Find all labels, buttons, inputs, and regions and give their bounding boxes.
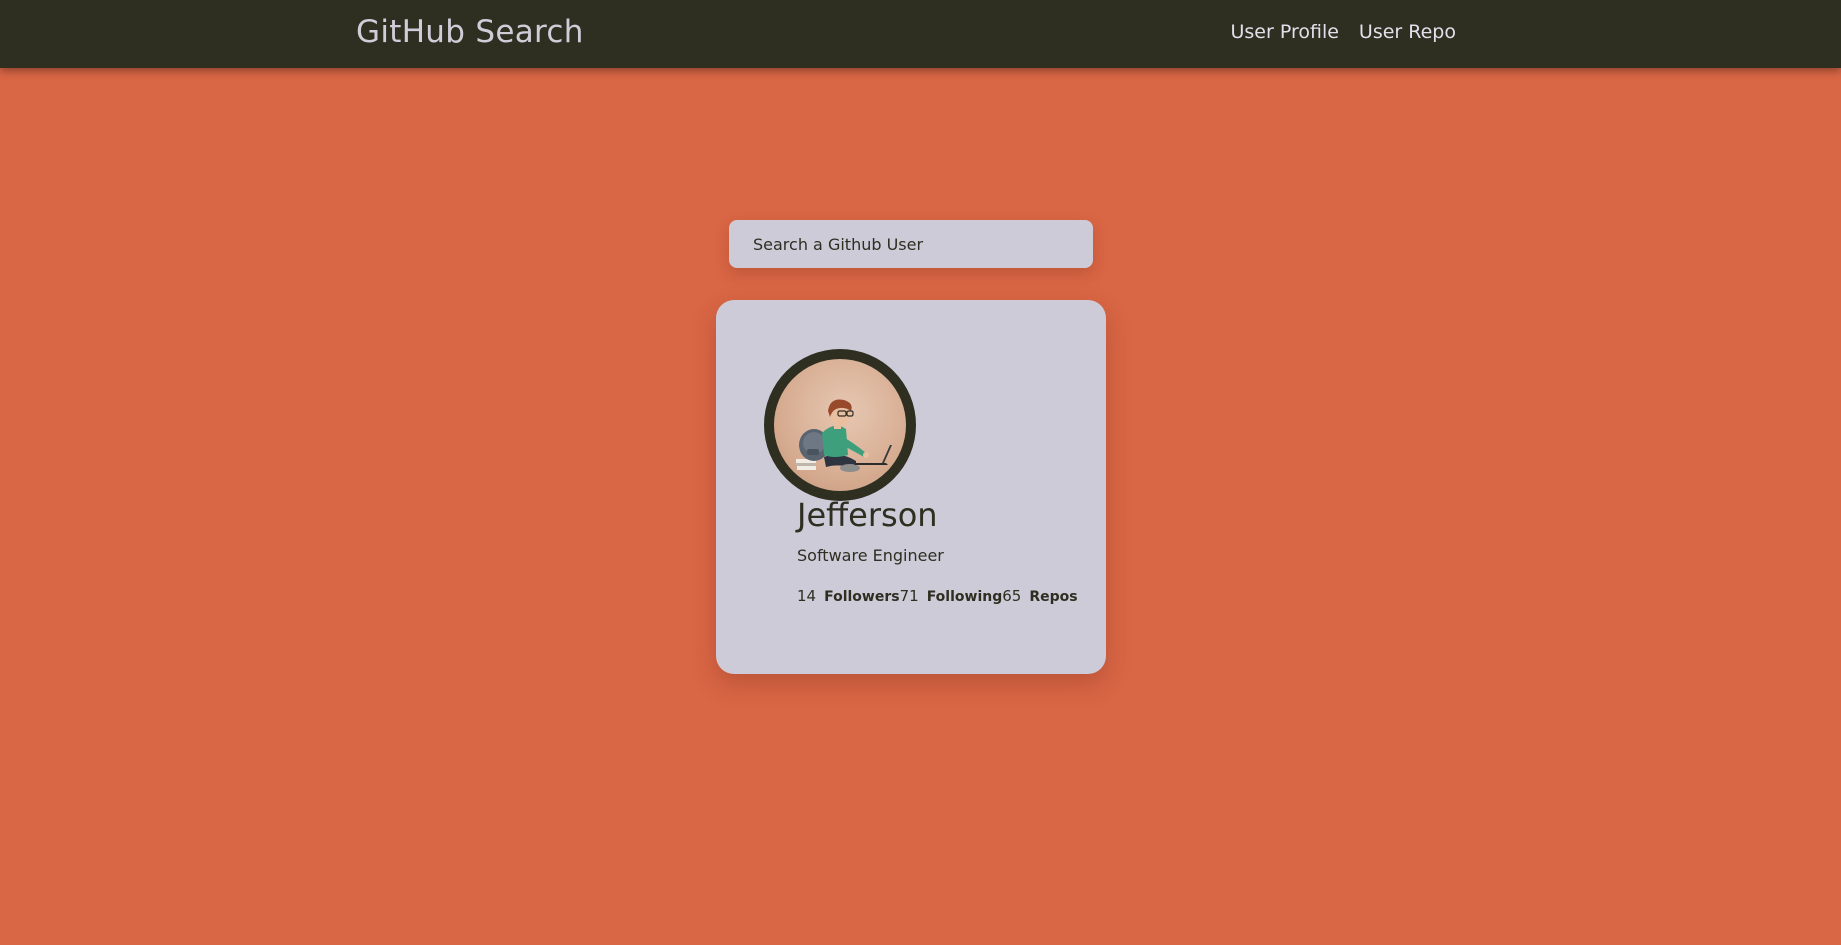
repos-label[interactable]: Repos xyxy=(1029,589,1077,605)
brand-title[interactable]: GitHub Search xyxy=(356,14,584,50)
profile-name: Jefferson xyxy=(797,496,938,534)
avatar[interactable] xyxy=(764,349,916,501)
search-box xyxy=(729,220,1093,268)
profile-bio: Software Engineer xyxy=(797,546,944,565)
followers-label[interactable]: Followers xyxy=(824,589,900,605)
repos-count: 65 xyxy=(1002,587,1022,605)
search-input[interactable] xyxy=(729,220,1093,268)
nav-user-repo-link[interactable]: User Repo xyxy=(1359,21,1456,43)
developer-illustration-avatar-icon xyxy=(774,359,906,491)
profile-stats: 14 Followers 71 Following 65 Repos xyxy=(797,587,1078,605)
nav-user-profile-link[interactable]: User Profile xyxy=(1230,21,1338,43)
following-count: 71 xyxy=(899,587,919,605)
top-navbar: GitHub Search User Profile User Repo xyxy=(0,0,1841,68)
nav-links: User Profile User Repo xyxy=(1230,21,1456,43)
followers-count: 14 xyxy=(797,587,817,605)
following-label[interactable]: Following xyxy=(927,589,1003,605)
profile-card: Jefferson Software Engineer 14 Followers… xyxy=(716,300,1106,674)
